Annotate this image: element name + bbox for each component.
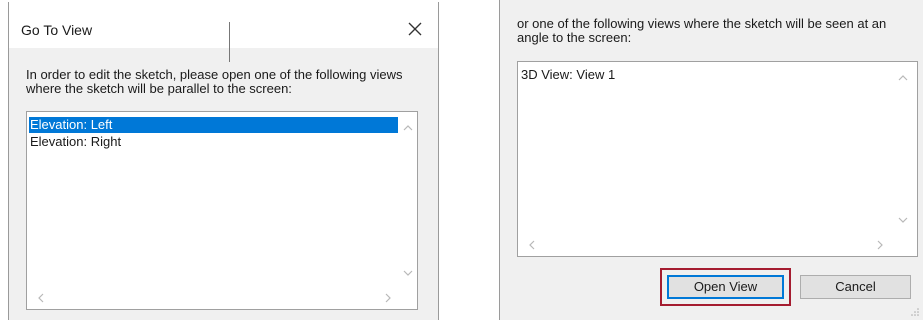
list-item-3d-view-1[interactable]: 3D View: View 1	[520, 67, 881, 83]
chevron-down-icon	[403, 270, 413, 276]
close-icon	[408, 22, 422, 36]
scroll-left-button[interactable]	[526, 239, 538, 251]
chevron-right-icon	[385, 293, 391, 303]
parallel-views-list[interactable]: Elevation: Left Elevation: Right	[26, 111, 418, 310]
go-to-view-dialog-left: Go To View In order to edit the sketch, …	[8, 2, 439, 320]
list-item-elevation-right[interactable]: Elevation: Right	[29, 134, 398, 150]
dialog-instructions-angled: or one of the following views where the …	[517, 16, 887, 45]
chevron-up-icon	[898, 75, 908, 81]
chevron-down-icon	[898, 217, 908, 223]
scroll-right-button[interactable]	[382, 292, 394, 304]
dialog-titlebar: Go To View	[9, 2, 438, 62]
dialog-instructions: In order to edit the sketch, please open…	[26, 67, 403, 96]
chevron-up-icon	[403, 125, 413, 131]
go-to-view-dialog-right: or one of the following views where the …	[499, 0, 923, 320]
chevron-right-icon	[877, 240, 883, 250]
scroll-left-button[interactable]	[35, 292, 47, 304]
chevron-left-icon	[529, 240, 535, 250]
angled-views-list[interactable]: 3D View: View 1	[517, 61, 918, 257]
scroll-up-button[interactable]	[897, 72, 909, 84]
text-cursor-line	[229, 22, 230, 62]
scroll-up-button[interactable]	[402, 122, 414, 134]
close-button[interactable]	[402, 16, 428, 42]
scroll-down-button[interactable]	[402, 267, 414, 279]
resize-grip-icon[interactable]	[910, 307, 920, 317]
scroll-right-button[interactable]	[874, 239, 886, 251]
list-item-elevation-left[interactable]: Elevation: Left	[29, 117, 398, 133]
cancel-button[interactable]: Cancel	[800, 275, 911, 299]
dialog-title: Go To View	[21, 22, 93, 38]
chevron-left-icon	[38, 293, 44, 303]
open-view-button[interactable]: Open View	[667, 275, 784, 299]
scroll-down-button[interactable]	[897, 214, 909, 226]
